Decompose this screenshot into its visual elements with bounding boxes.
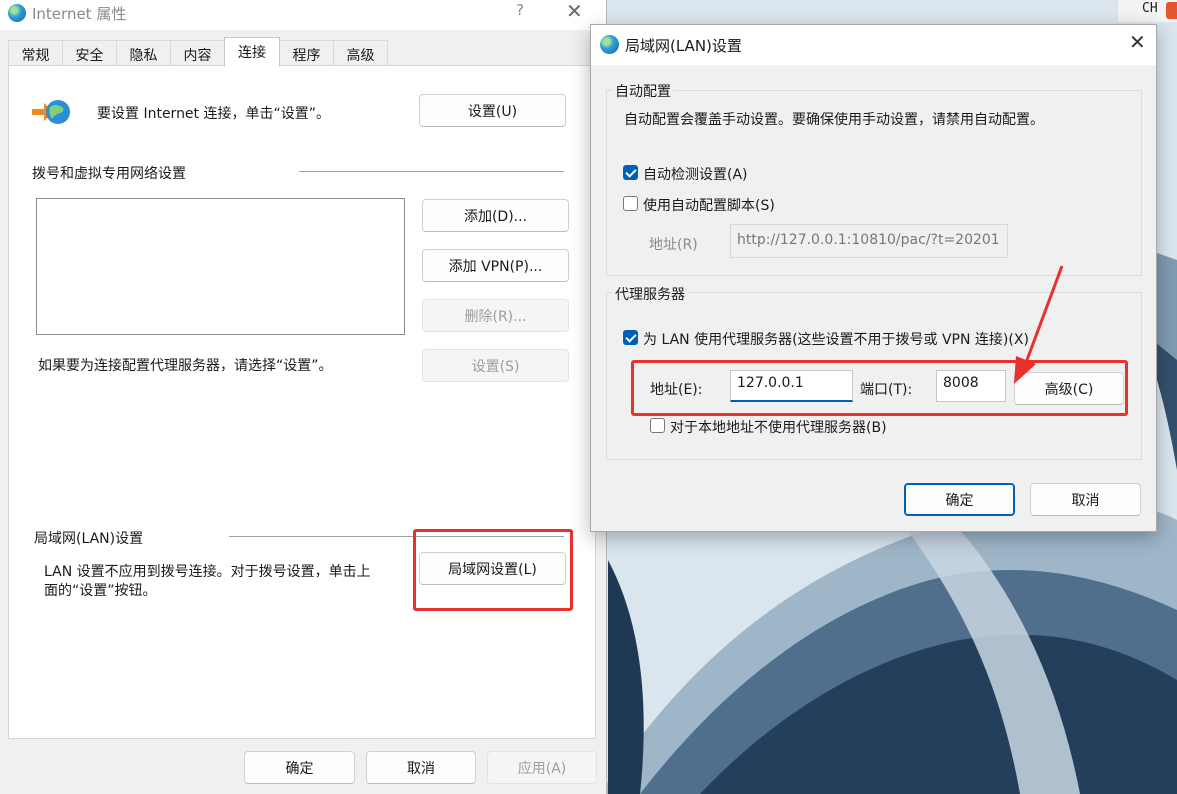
script-address-label: 地址(R) [649, 237, 698, 253]
add-button[interactable]: 添加(D)... [422, 199, 569, 232]
annotation-highlight-box [413, 529, 573, 611]
auto-script-checkbox[interactable] [623, 196, 638, 211]
remove-button[interactable]: 删除(R)... [422, 299, 569, 332]
ok-button[interactable]: 确定 [904, 483, 1015, 516]
tab-general[interactable]: 常规 [8, 40, 63, 66]
use-proxy-checkbox[interactable] [623, 330, 638, 345]
internet-setup-icon [32, 100, 70, 124]
annotation-arrow [1014, 265, 1064, 384]
title-bar[interactable]: Internet 属性 ? ✕ [0, 0, 606, 30]
lan-description-line1: LAN 设置不应用到拨号连接。对于拨号设置，单击上 [44, 564, 371, 580]
ok-button[interactable]: 确定 [244, 751, 355, 784]
dialog-title: 局域网(LAN)设置 [625, 37, 742, 55]
ime-indicator[interactable]: CH [1142, 1, 1158, 16]
section-divider [299, 171, 564, 172]
lan-description-line2: 面的“设置”按钮。 [44, 583, 157, 599]
auto-script-label[interactable]: 使用自动配置脚本(S) [643, 195, 775, 215]
connections-listbox[interactable] [36, 198, 405, 335]
add-vpn-button[interactable]: 添加 VPN(P)... [422, 249, 569, 282]
settings-button[interactable]: 设置(S) [422, 349, 569, 382]
setup-button[interactable]: 设置(U) [419, 94, 566, 127]
tab-connections[interactable]: 连接 [224, 37, 280, 67]
close-icon[interactable]: ✕ [1129, 30, 1146, 54]
cancel-button[interactable]: 取消 [366, 751, 476, 784]
dialog-footer: 确定 取消 应用(A) [0, 740, 606, 794]
tab-security[interactable]: 安全 [62, 40, 117, 66]
setup-text: 要设置 Internet 连接，单击“设置”。 [97, 106, 330, 122]
cancel-button[interactable]: 取消 [1030, 483, 1141, 516]
auto-detect-checkbox[interactable] [623, 165, 638, 180]
script-address-input[interactable]: http://127.0.0.1:10810/pac/?t=20201 [730, 224, 1008, 258]
auto-config-title: 自动配置 [613, 81, 673, 101]
internet-globe-icon [600, 35, 619, 54]
tab-privacy[interactable]: 隐私 [116, 40, 171, 66]
help-icon[interactable]: ? [516, 1, 524, 19]
internet-properties-window: Internet 属性 ? ✕ 常规 安全 隐私 内容 连接 程序 高级 要设置… [0, 0, 607, 794]
internet-globe-icon [8, 4, 26, 22]
lan-section-title: 局域网(LAN)设置 [34, 531, 144, 547]
bypass-local-label[interactable]: 对于本地地址不使用代理服务器(B) [670, 417, 887, 437]
auto-detect-label[interactable]: 自动检测设置(A) [643, 164, 748, 184]
use-proxy-label[interactable]: 为 LAN 使用代理服务器(这些设置不用于拨号或 VPN 连接)(X) [643, 329, 1029, 349]
tray-app-icon[interactable] [1166, 2, 1177, 19]
window-title: Internet 属性 [32, 5, 127, 23]
proxy-server-title: 代理服务器 [613, 284, 687, 304]
proxy-hint-text: 如果要为连接配置代理服务器，请选择“设置”。 [38, 358, 333, 374]
bypass-local-checkbox[interactable] [650, 418, 665, 433]
title-bar[interactable]: 局域网(LAN)设置 ✕ [591, 25, 1156, 65]
apply-button[interactable]: 应用(A) [487, 751, 597, 784]
tab-content[interactable]: 内容 [170, 40, 225, 66]
auto-config-description: 自动配置会覆盖手动设置。要确保使用手动设置，请禁用自动配置。 [624, 112, 1044, 128]
tab-programs[interactable]: 程序 [279, 40, 334, 66]
tab-advanced[interactable]: 高级 [333, 40, 388, 66]
close-icon[interactable]: ✕ [566, 0, 583, 23]
dialup-section-title: 拨号和虚拟专用网络设置 [32, 166, 186, 182]
system-tray: CH [1118, 0, 1177, 22]
